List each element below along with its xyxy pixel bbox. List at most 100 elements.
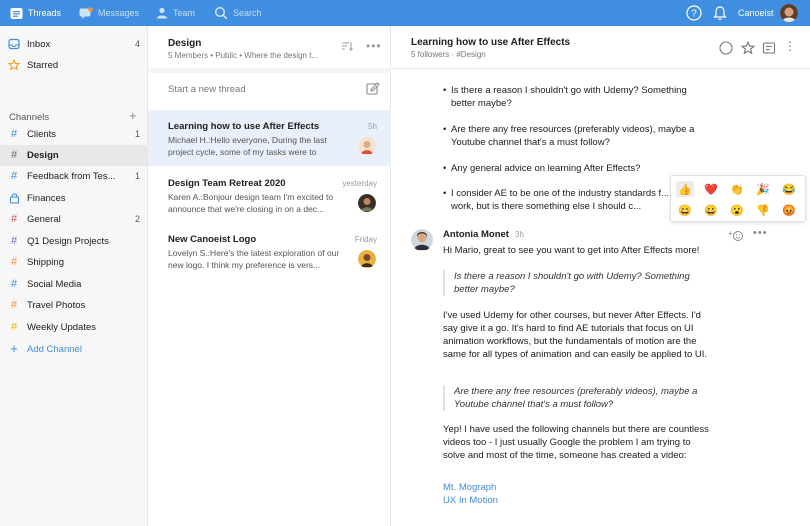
message-greeting: Hi Mario, great to see you want to get i… — [443, 245, 700, 256]
sidebar-item-social-media[interactable]: # Social Media — [0, 274, 148, 295]
party-reaction[interactable]: 🎉 — [754, 181, 772, 197]
compose-icon[interactable] — [366, 82, 380, 99]
team-icon — [157, 7, 167, 19]
sidebar-item-label: Shipping — [27, 257, 64, 268]
link-mt-mograph[interactable]: Mt. Mograph — [443, 482, 496, 493]
user-name[interactable]: Canoeist — [738, 0, 774, 26]
nav-messages[interactable]: Messages — [79, 0, 139, 26]
followers-count[interactable]: 5 followers — [411, 50, 449, 59]
sidebar-item-clients[interactable]: # Clients 1 — [0, 124, 148, 145]
nav-team-label: Team — [173, 8, 196, 18]
link-ux-in-motion[interactable]: UX In Motion — [443, 495, 498, 506]
list-item: • Is there a reason I shouldn't go with U… — [443, 85, 687, 109]
channel-tag[interactable]: #Design — [456, 50, 485, 59]
thread-title: Design Team Retreat 2020 — [168, 178, 286, 189]
sort-icon[interactable] — [341, 41, 354, 53]
more-options-icon[interactable]: ••• — [366, 39, 382, 53]
sidebar-item-label: Inbox — [27, 39, 51, 50]
thread-time: 5h — [368, 122, 377, 131]
svg-text:?: ? — [691, 9, 697, 20]
sidebar-item-weekly-updates[interactable]: # Weekly Updates — [0, 317, 148, 338]
nav-threads[interactable]: Threads — [10, 0, 61, 26]
plus-icon: + — [10, 341, 18, 356]
avatar[interactable] — [411, 229, 433, 251]
thread-list: Design 5 Members • Public • Where the de… — [148, 26, 391, 526]
done-circle-icon[interactable] — [719, 41, 733, 55]
heart-reaction[interactable]: ❤️ — [702, 181, 720, 197]
move-thread-icon[interactable] — [762, 41, 776, 55]
sidebar-item-general[interactable]: # General 2 — [0, 209, 148, 230]
hash-icon: # — [10, 256, 18, 268]
hash-icon: # — [10, 278, 18, 290]
thumbs-down-reaction[interactable]: 👎 — [754, 202, 772, 218]
hash-icon: # — [10, 213, 18, 225]
thread-item-team-retreat[interactable]: Design Team Retreat 2020 yesterday Karen… — [148, 167, 391, 223]
avatar — [358, 137, 376, 155]
thread-item-canoeist-logo[interactable]: New Canoeist Logo Friday Lovelyn S.:Here… — [148, 223, 391, 279]
sidebar-item-label: Q1 Design Projects — [27, 236, 109, 247]
sidebar-item-label: Travel Photos — [27, 300, 86, 311]
nav-search[interactable]: Search — [214, 0, 262, 26]
threads-icon — [10, 7, 23, 19]
laugh-reaction[interactable]: 😂 — [780, 181, 798, 197]
more-options-icon[interactable]: ⋮ — [784, 39, 796, 53]
message-paragraph: I've used Udemy for other courses, but n… — [443, 310, 708, 360]
sidebar: Inbox 4 Starred Channels + # Clients 1 #… — [0, 26, 148, 526]
sidebar-item-label: Design — [27, 150, 59, 161]
thread-item-after-effects[interactable]: Learning how to use After Effects 5h Mic… — [148, 110, 391, 166]
messages-icon — [79, 6, 93, 19]
thread-meta: 5 followers · #Design — [411, 50, 486, 59]
user-avatar[interactable] — [780, 4, 798, 22]
star-icon[interactable] — [741, 41, 755, 55]
message-more-icon[interactable]: ••• — [753, 227, 768, 239]
reaction-picker: 👍 ❤️ 👏 🎉 😂 😄 😀 😮 👎 😡 — [670, 175, 806, 222]
avatar-image-icon — [780, 4, 798, 22]
svg-text:+: + — [728, 229, 733, 238]
sidebar-item-inbox[interactable]: Inbox 4 — [0, 34, 148, 55]
avatar — [358, 194, 376, 212]
thread-title: New Canoeist Logo — [168, 234, 257, 245]
bell-icon[interactable] — [713, 5, 727, 21]
sidebar-item-travel-photos[interactable]: # Travel Photos — [0, 295, 148, 316]
clap-reaction[interactable]: 👏 — [728, 181, 746, 197]
sidebar-item-feedback[interactable]: # Feedback from Tes... 1 — [0, 166, 148, 187]
surprised-reaction[interactable]: 😮 — [728, 202, 746, 218]
help-icon[interactable]: ? — [686, 5, 702, 21]
add-channel-button[interactable]: + Add Channel — [0, 339, 148, 360]
divider — [148, 68, 391, 73]
message-paragraph: Yep! I have used the following channels … — [443, 424, 709, 461]
sidebar-item-label: General — [27, 214, 61, 225]
thread-time: Friday — [354, 235, 377, 244]
hash-icon: # — [10, 170, 18, 182]
sidebar-item-design[interactable]: # Design — [0, 145, 148, 166]
nav-team[interactable]: Team — [156, 0, 195, 26]
sidebar-item-label: Social Media — [27, 279, 82, 290]
sidebar-item-q1-design-projects[interactable]: # Q1 Design Projects — [0, 231, 148, 252]
add-reaction-icon[interactable]: + — [728, 229, 744, 244]
channel-title: Design — [168, 38, 202, 49]
thread-title: Learning how to use After Effects — [411, 37, 571, 48]
nav-messages-label: Messages — [98, 8, 140, 18]
unread-count: 1 — [134, 129, 140, 139]
thread-snippet: Karen A.:Bonjour design team I'm excited… — [168, 192, 334, 214]
quote-block: Is there a reason I shouldn't go with Ud… — [443, 270, 713, 296]
quote-block: Are there any free resources (preferably… — [443, 385, 713, 411]
grin-reaction[interactable]: 😀 — [702, 202, 720, 218]
new-thread-input[interactable]: Start a new thread — [168, 84, 246, 95]
sidebar-item-label: Starred — [27, 60, 59, 71]
unread-count: 4 — [134, 39, 140, 49]
top-bar: Threads Messages Team Search ? Canoeist — [0, 0, 810, 26]
sidebar-item-shipping[interactable]: # Shipping — [0, 252, 148, 273]
smile-reaction[interactable]: 😄 — [676, 202, 694, 218]
message-author[interactable]: Antonia Monet — [443, 229, 509, 240]
thumbs-up-reaction[interactable]: 👍 — [676, 181, 694, 197]
star-icon — [8, 59, 20, 71]
hash-icon: # — [10, 128, 18, 140]
inbox-icon — [8, 38, 20, 50]
sidebar-item-finances[interactable]: Finances — [0, 188, 148, 209]
angry-reaction[interactable]: 😡 — [780, 202, 798, 218]
divider — [391, 68, 810, 69]
sidebar-item-starred[interactable]: Starred — [0, 55, 148, 76]
list-item: • Any general advice on learning After Ef… — [443, 163, 641, 174]
thread-title: Learning how to use After Effects — [168, 121, 320, 132]
